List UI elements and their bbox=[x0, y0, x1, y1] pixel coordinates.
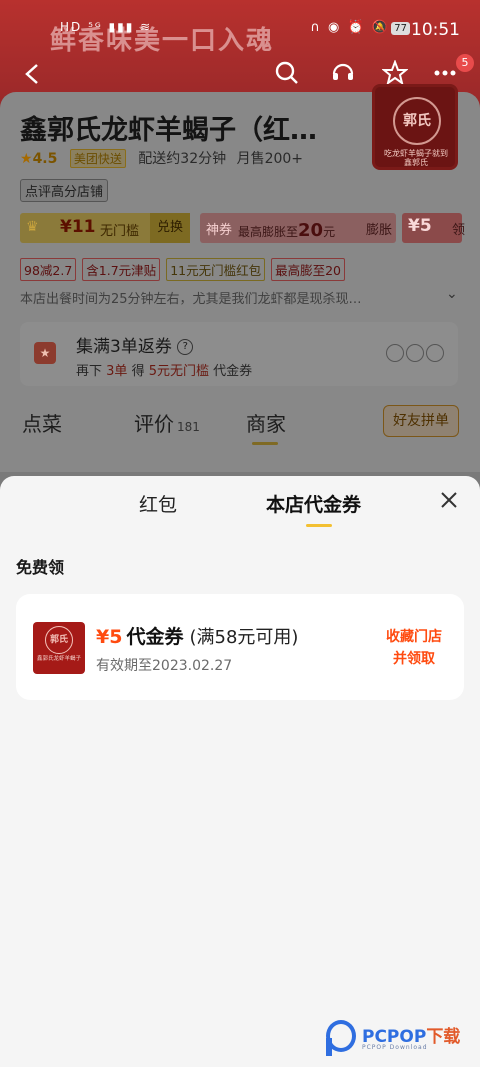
voucher-expiry: 有效期至2023.02.27 bbox=[96, 658, 233, 674]
member-coupon[interactable]: ♛ ¥11 无门槛 兑换 bbox=[20, 213, 190, 243]
tab-reviews-count: 181 bbox=[177, 420, 200, 434]
help-icon[interactable]: ? bbox=[177, 339, 194, 355]
back-arrow-icon[interactable] bbox=[16, 60, 50, 94]
tab-merchant[interactable]: 商家 bbox=[246, 408, 286, 437]
collect-line1: 收藏门店 bbox=[386, 629, 442, 645]
inflate-button[interactable]: 膨胀 bbox=[366, 219, 392, 238]
small-coupon[interactable]: ¥5 领 bbox=[402, 213, 466, 243]
stamp-title-text: 集满3单返券 bbox=[76, 337, 172, 357]
status-left-icons: HD ⁵ᴳ ▮▮▮ ≋ bbox=[60, 20, 153, 34]
shen-coupon-prefix: 最高膨胀至 bbox=[238, 225, 299, 239]
watermark-brand-cn: 下载 bbox=[426, 1027, 461, 1047]
tab-active-underline bbox=[252, 442, 278, 445]
promo-tag: 11元无门槛红包 bbox=[166, 258, 266, 281]
collect-line2: 并领取 bbox=[393, 651, 435, 667]
shen-coupon-unit: 元 bbox=[323, 225, 336, 239]
delivery-time: 配送约32分钟 bbox=[138, 151, 227, 167]
stamp-sub-reward: 5元无门槛 bbox=[148, 364, 210, 379]
sheet-tab-store-vouchers[interactable]: 本店代金券 bbox=[266, 490, 361, 517]
store-logo-caption: 吃龙虾羊蝎子就到 鑫郭氏 bbox=[384, 149, 448, 167]
redeem-button[interactable]: 兑换 bbox=[150, 213, 190, 243]
voucher-logo-caption: 鑫郭氏龙虾羊蝎子 bbox=[36, 656, 81, 662]
stamp-sub-mid: 得 bbox=[131, 364, 145, 379]
section-title-free: 免费领 bbox=[16, 558, 65, 577]
tab-order-label: 点菜 bbox=[22, 412, 62, 436]
close-icon[interactable] bbox=[437, 490, 461, 514]
search-icon[interactable] bbox=[270, 60, 304, 94]
chevron-down-icon[interactable]: ⌄ bbox=[446, 286, 458, 302]
stamp-card[interactable]: ★ 集满3单返券 ? 再下 3单 得 5元无门槛 代金券 bbox=[20, 322, 458, 386]
stamp-circle bbox=[386, 344, 404, 362]
store-logo-mark: 郭氏 bbox=[393, 97, 441, 145]
shen-coupon[interactable]: 神券 最高膨胀至20元 膨胀 bbox=[200, 213, 396, 243]
voucher-condition: (满58元可用) bbox=[189, 627, 299, 648]
voucher-name: 代金券 bbox=[126, 626, 184, 648]
tab-reviews-label: 评价 bbox=[134, 412, 174, 436]
promo-tag: 含1.7元津贴 bbox=[82, 258, 161, 281]
member-coupon-label: 无门槛 bbox=[100, 224, 140, 239]
ticket-icon: ★ bbox=[34, 342, 56, 364]
tab-merchant-label: 商家 bbox=[246, 412, 286, 436]
crown-icon: ♛ bbox=[26, 219, 39, 235]
store-notice: 本店出餐时间为25分钟左右，尤其是我们龙虾都是现杀现… bbox=[20, 292, 362, 307]
stamp-sub-prefix: 再下 bbox=[76, 364, 103, 379]
shen-coupon-amount: 20 bbox=[298, 220, 324, 241]
status-right-icons: ∩ ◉ ⏰ 🔕 bbox=[310, 20, 390, 35]
store-rating: 4.5 bbox=[32, 151, 58, 167]
store-logo[interactable]: 郭氏 吃龙虾羊蝎子就到 鑫郭氏 bbox=[372, 84, 458, 170]
shen-coupon-tag: 神券 bbox=[206, 223, 233, 238]
store-badge: 点评高分店铺 bbox=[20, 179, 109, 202]
promo-tag: 最高膨至20 bbox=[271, 258, 345, 281]
pcpop-logo-icon bbox=[326, 1020, 356, 1056]
delivery-tag: 美团快送 bbox=[69, 149, 126, 168]
stamp-sub-count: 3单 bbox=[106, 364, 128, 379]
sheet-tab-red-packet[interactable]: 红包 bbox=[139, 490, 177, 517]
promo-tag: 98减2.7 bbox=[20, 258, 77, 281]
rating-row: ★4.5 美团快送 配送约32分钟 月售200+ bbox=[20, 148, 303, 170]
notification-badge: 5 bbox=[456, 54, 474, 72]
stamp-title: 集满3单返券 ? bbox=[76, 332, 194, 357]
promo-tags: 98减2.7 含1.7元津贴 11元无门槛红包 最高膨至20 bbox=[20, 258, 351, 281]
status-bar: HD ⁵ᴳ ▮▮▮ ≋ ∩ ◉ ⏰ 🔕 77 10:51 bbox=[0, 16, 480, 44]
voucher-card: 郭氏 鑫郭氏龙虾羊蝎子 ¥5 代金券 (满58元可用) 有效期至2023.02.27… bbox=[16, 594, 464, 700]
stamp-circle bbox=[426, 344, 444, 362]
member-coupon-amount: ¥11 bbox=[60, 217, 96, 237]
sheet-tab-underline bbox=[306, 524, 332, 527]
tab-order[interactable]: 点菜 bbox=[22, 408, 62, 437]
small-coupon-tail: 领 bbox=[452, 223, 466, 238]
voucher-amount: ¥5 bbox=[96, 626, 123, 648]
stamp-subtitle: 再下 3单 得 5元无门槛 代金券 bbox=[76, 360, 252, 379]
battery-icon: 77 bbox=[391, 22, 410, 35]
small-coupon-amount: ¥5 bbox=[408, 216, 432, 236]
stamp-sub-suffix: 代金券 bbox=[213, 364, 253, 379]
shen-coupon-text: 最高膨胀至20元 bbox=[238, 220, 335, 241]
customer-service-icon[interactable] bbox=[326, 60, 360, 94]
watermark-sub: PCPOP Download bbox=[362, 1044, 428, 1051]
stamp-progress bbox=[386, 344, 446, 366]
store-name: 鑫郭氏龙虾羊蝎子（红… bbox=[20, 115, 317, 146]
tab-reviews[interactable]: 评价 181 bbox=[134, 408, 200, 437]
star-icon: ★ bbox=[20, 151, 33, 167]
stamp-circle bbox=[406, 344, 424, 362]
monthly-sales: 月售200+ bbox=[236, 151, 304, 167]
voucher-sheet: 红包 本店代金券 免费领 郭氏 鑫郭氏龙虾羊蝎子 ¥5 代金券 (满58元可用) 有… bbox=[0, 476, 480, 1067]
status-time: 10:51 bbox=[411, 20, 460, 40]
voucher-logo-mark: 郭氏 bbox=[45, 626, 73, 654]
group-order-button[interactable]: 好友拼单 bbox=[383, 405, 459, 437]
voucher-store-logo: 郭氏 鑫郭氏龙虾羊蝎子 bbox=[33, 622, 85, 674]
collect-and-claim-button[interactable]: 收藏门店 并领取 bbox=[382, 626, 446, 670]
voucher-title: ¥5 代金券 (满58元可用) bbox=[96, 622, 298, 649]
